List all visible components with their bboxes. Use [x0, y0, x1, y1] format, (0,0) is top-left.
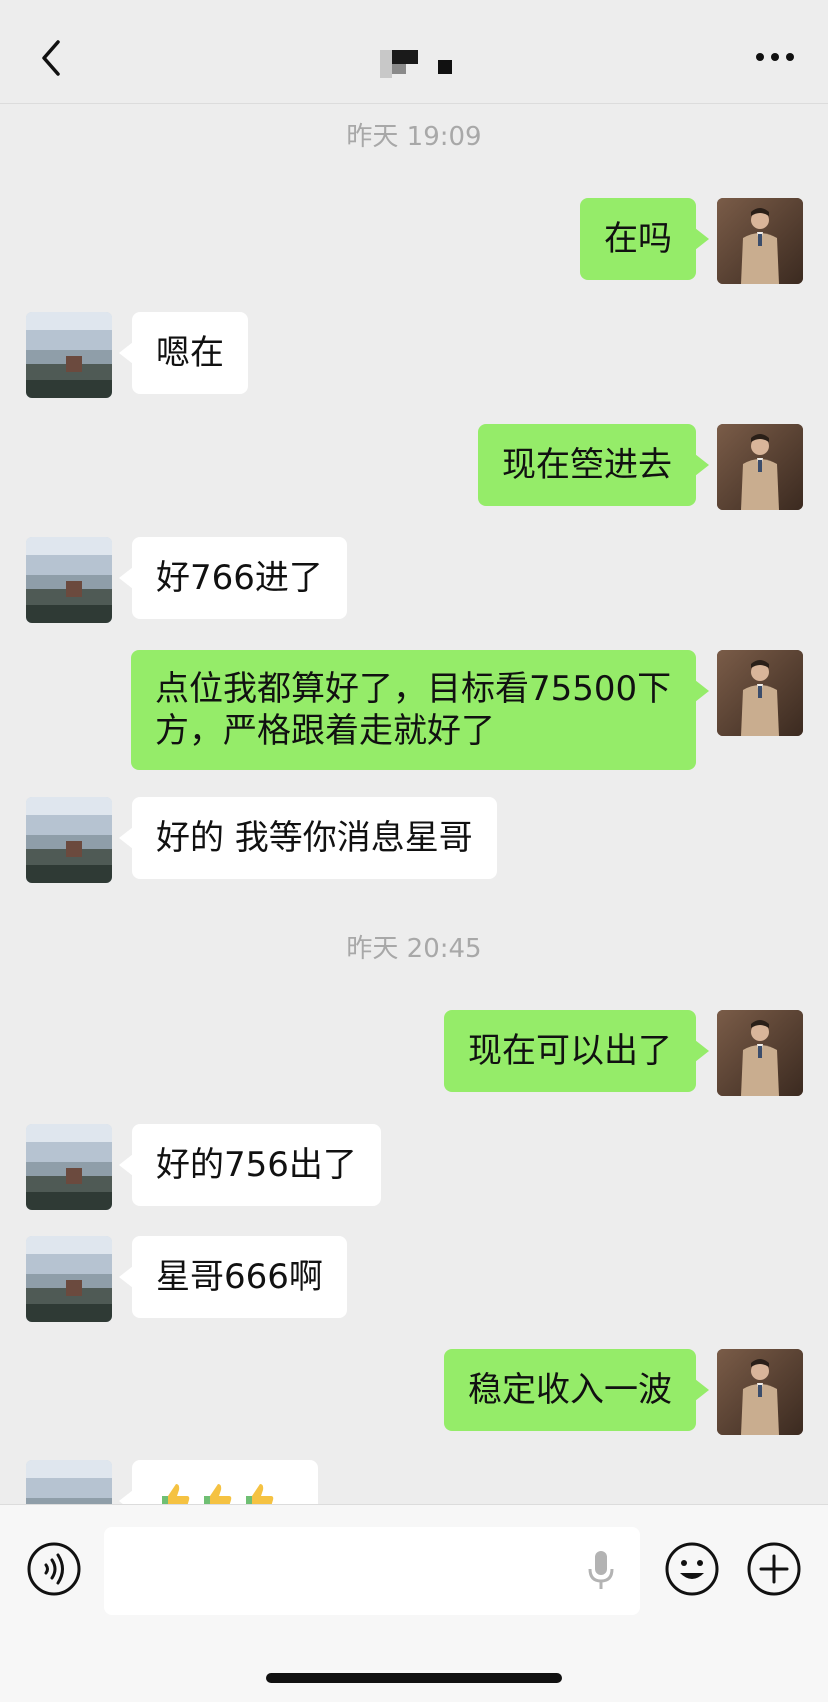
- incoming-bubble[interactable]: 好766进了: [119, 537, 347, 619]
- self-avatar[interactable]: [717, 650, 803, 736]
- thumbs-up-icon: [246, 1484, 274, 1504]
- voice-toggle-button[interactable]: [26, 1541, 82, 1597]
- incoming-bubble[interactable]: 好的756出了: [119, 1124, 381, 1206]
- self-avatar[interactable]: [717, 1010, 803, 1096]
- emoji-button[interactable]: [664, 1541, 720, 1597]
- outgoing-bubble[interactable]: 现在可以出了: [444, 1010, 709, 1092]
- more-options-button[interactable]: [750, 42, 800, 72]
- contact-avatar[interactable]: [26, 537, 112, 623]
- chat-header: [0, 0, 828, 104]
- outgoing-bubble[interactable]: 点位我都算好了，目标看75500下 方，严格跟着走就好了: [131, 650, 709, 770]
- back-button[interactable]: [36, 38, 66, 78]
- more-functions-button[interactable]: [746, 1541, 802, 1597]
- message-line: 点位我都算好了，目标看75500下: [155, 669, 672, 709]
- chat-title-redacted: [380, 46, 460, 82]
- thumbs-up-icon: [204, 1484, 232, 1504]
- chevron-left-icon: [42, 40, 60, 76]
- chat-input-bar: [0, 1504, 828, 1702]
- incoming-bubble[interactable]: 星哥666啊: [119, 1236, 347, 1318]
- outgoing-bubble[interactable]: 在吗: [580, 198, 709, 280]
- outgoing-bubble[interactable]: 现在箜进去: [478, 424, 709, 506]
- timestamp: 昨天 20:45: [346, 934, 482, 964]
- plus-icon: [747, 1542, 801, 1596]
- message-row: [0, 1460, 828, 1504]
- thumbs-up-icon: [162, 1484, 190, 1504]
- contact-avatar[interactable]: [26, 1460, 112, 1504]
- microphone-icon[interactable]: [586, 1549, 616, 1593]
- self-avatar[interactable]: [717, 198, 803, 284]
- more-dots-icon: [756, 53, 794, 61]
- contact-avatar[interactable]: [26, 1236, 112, 1322]
- outgoing-bubble[interactable]: 稳定收入一波: [444, 1349, 709, 1431]
- message-input[interactable]: [104, 1527, 640, 1615]
- self-avatar[interactable]: [717, 1349, 803, 1435]
- contact-avatar[interactable]: [26, 1124, 112, 1210]
- incoming-bubble[interactable]: 嗯在: [119, 312, 248, 394]
- voice-icon: [27, 1542, 81, 1596]
- emoji-icon: [665, 1542, 719, 1596]
- self-avatar[interactable]: [717, 424, 803, 510]
- incoming-emoji-bubble[interactable]: [119, 1460, 318, 1504]
- message-line: 方，严格跟着走就好了: [155, 711, 495, 751]
- contact-avatar[interactable]: [26, 797, 112, 883]
- incoming-bubble[interactable]: 好的 我等你消息星哥: [119, 797, 497, 879]
- timestamp: 昨天 19:09: [346, 122, 482, 152]
- contact-avatar[interactable]: [26, 312, 112, 398]
- home-indicator: [266, 1673, 562, 1683]
